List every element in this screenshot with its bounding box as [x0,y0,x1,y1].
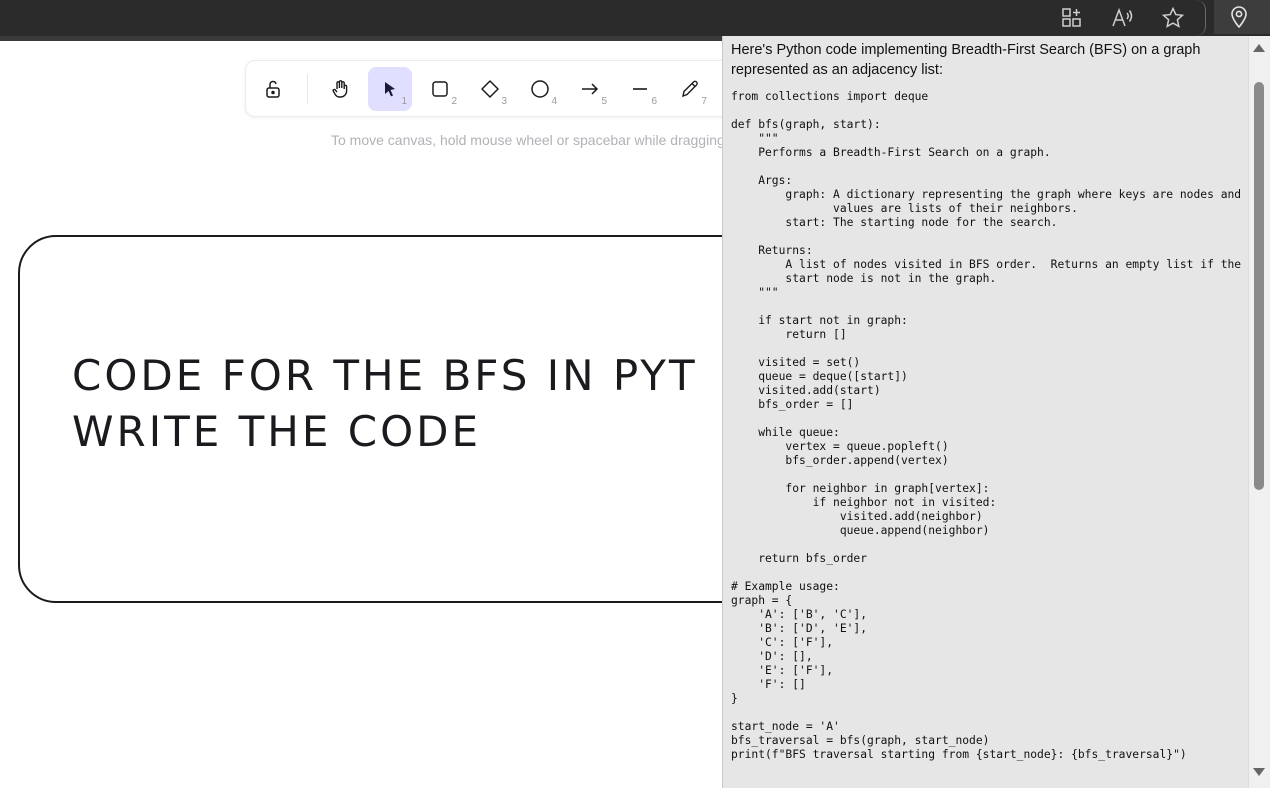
canvas-text-line: CODE FOR THE BFS IN PYT [72,351,698,400]
line-tool-button[interactable]: 6 [618,67,662,111]
tool-shortcut-number: 7 [701,96,707,107]
pencil-tool-button[interactable]: 7 [668,67,712,111]
location-button[interactable] [1214,0,1270,34]
location-pin-icon [1225,3,1253,31]
arrow-icon [582,83,599,95]
tool-shortcut-number: 3 [501,96,507,107]
rectangle-icon [432,81,448,97]
response-intro: Here's Python code implementing Breadth-… [731,42,1201,78]
tool-shortcut-number: 6 [651,96,657,107]
scroll-down-arrow-icon[interactable] [1253,768,1265,776]
ellipse-tool-button[interactable]: 4 [518,67,562,111]
apps-icon[interactable] [1058,4,1086,32]
diamond-icon [481,80,499,98]
canvas-hint: To move canvas, hold mouse wheel or spac… [331,132,729,148]
line-icon [633,88,647,90]
diamond-tool-button[interactable]: 3 [468,67,512,111]
selection-tool-button[interactable]: 1 [368,67,412,111]
hand-icon [332,80,348,98]
tool-shortcut-number: 2 [451,96,457,107]
toolbar-separator [307,74,308,104]
selection-arrow-icon [385,82,395,97]
drawing-toolbar: 1 2 3 4 5 6 7 [246,61,766,116]
canvas-text-element[interactable]: CODE FOR THE BFS IN PYT WRITE THE CODE [72,348,698,460]
tool-shortcut-number: 4 [551,96,557,107]
panel-scrollbar[interactable] [1248,36,1270,788]
read-aloud-icon[interactable] [1109,4,1137,32]
rectangle-tool-button[interactable]: 2 [418,67,462,111]
chat-response-panel: Here's Python code implementing Breadth-… [722,36,1270,788]
tool-shortcut-number: 5 [601,96,607,107]
response-content: Here's Python code implementing Breadth-… [731,40,1243,762]
lock-tool-button[interactable] [251,67,295,111]
canvas-text-line: WRITE THE CODE [72,407,482,456]
star-icon[interactable] [1159,4,1187,32]
arrow-tool-button[interactable]: 5 [568,67,612,111]
pencil-icon [682,80,698,98]
scroll-up-arrow-icon[interactable] [1253,44,1265,52]
browser-toolbar [0,0,1270,41]
toolbar-divider [1196,0,1206,36]
ellipse-icon [531,80,549,98]
lock-icon [266,80,280,98]
tool-shortcut-number: 1 [401,96,407,107]
scroll-thumb[interactable] [1254,82,1264,490]
code-block: from collections import deque def bfs(gr… [731,90,1242,761]
hand-tool-button[interactable] [318,67,362,111]
